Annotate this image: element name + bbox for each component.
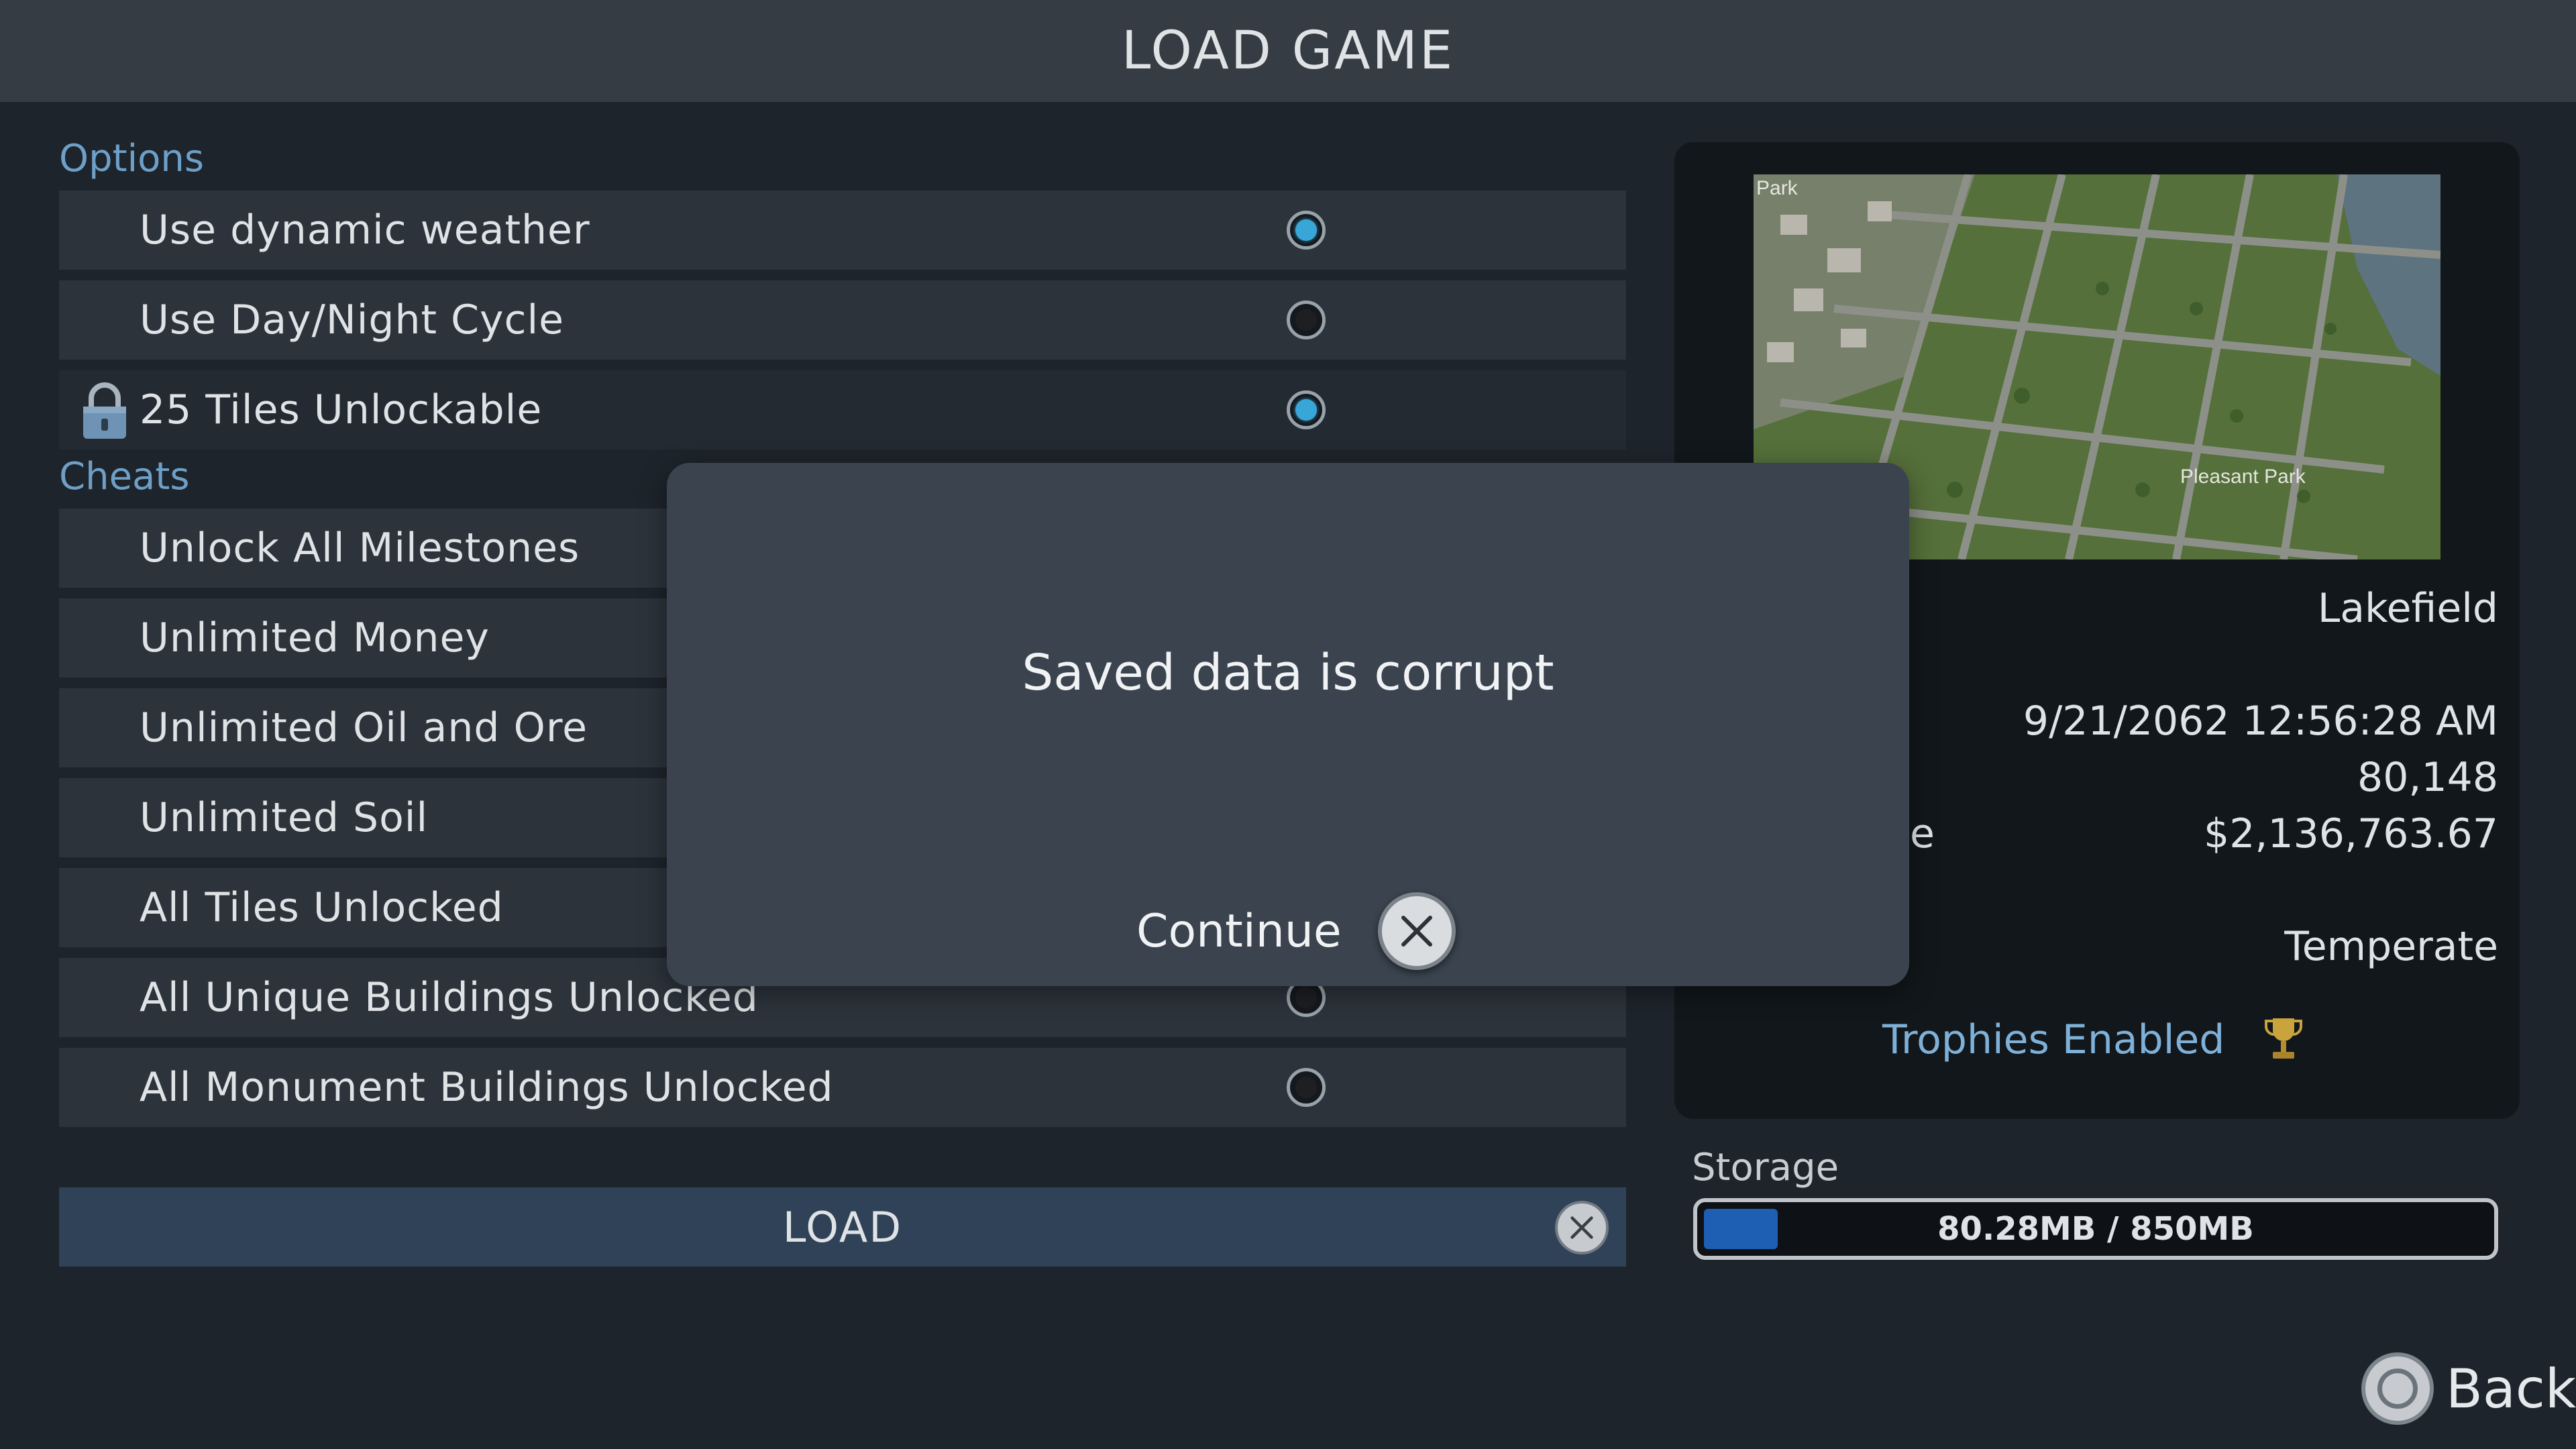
options-section-label: Options xyxy=(59,137,205,180)
cheat-label: Unlimited Soil xyxy=(140,794,429,841)
continue-button[interactable]: Continue xyxy=(1136,892,1456,970)
back-button[interactable]: Back xyxy=(2361,1352,2576,1425)
radio-dot xyxy=(1295,309,1317,331)
page-title: LOAD GAME xyxy=(1121,21,1455,81)
radio-dot xyxy=(1295,987,1317,1008)
option-label: Use dynamic weather xyxy=(140,207,590,254)
load-game-screen: LOAD GAME Options Use dynamic weather Us… xyxy=(0,0,2576,1449)
option-row-dynamic-weather[interactable]: Use dynamic weather xyxy=(59,191,1626,270)
cheat-label: Unlimited Money xyxy=(140,614,490,661)
info-value: 9/21/2062 12:56:28 AM xyxy=(2023,698,2498,745)
cheat-label: All Unique Buildings Unlocked xyxy=(140,974,759,1021)
cross-button-icon xyxy=(1555,1201,1609,1254)
load-button[interactable]: LOAD xyxy=(59,1187,1626,1267)
info-value: 80,148 xyxy=(2357,754,2498,801)
radio-toggle[interactable] xyxy=(1287,211,1326,250)
trophies-status: Trophies Enabled xyxy=(1882,1016,2303,1064)
continue-label: Continue xyxy=(1136,904,1342,958)
trophies-label: Trophies Enabled xyxy=(1882,1016,2225,1063)
radio-dot xyxy=(1295,219,1317,241)
option-label: 25 Tiles Unlockable xyxy=(140,386,543,433)
info-value: Temperate xyxy=(2284,923,2498,970)
radio-dot xyxy=(1295,399,1317,421)
option-row-25-tiles-unlockable: 25 Tiles Unlockable xyxy=(59,370,1626,449)
circle-button-icon xyxy=(2361,1352,2434,1425)
load-button-label: LOAD xyxy=(782,1202,903,1252)
cheats-section-label: Cheats xyxy=(59,455,190,498)
back-label: Back xyxy=(2446,1357,2576,1420)
error-message: Saved data is corrupt xyxy=(1022,644,1554,702)
cheat-label: Unlock All Milestones xyxy=(140,525,580,572)
info-value: $2,136,763.67 xyxy=(2204,810,2498,857)
option-label: Use Day/Night Cycle xyxy=(140,297,565,343)
thumbnail-label-pleasant-park: Pleasant Park xyxy=(2180,466,2306,488)
radio-dot xyxy=(1295,1077,1317,1098)
thumbnail-label-park: Park xyxy=(1756,177,1799,199)
title-bar: LOAD GAME xyxy=(0,0,2576,102)
radio-toggle[interactable] xyxy=(1287,301,1326,339)
cross-button-icon xyxy=(1377,892,1456,970)
cheat-label: All Monument Buildings Unlocked xyxy=(140,1064,834,1111)
option-row-day-night-cycle[interactable]: Use Day/Night Cycle xyxy=(59,280,1626,360)
radio-toggle[interactable] xyxy=(1287,1068,1326,1107)
cheat-row-all-monument-buildings-unlocked[interactable]: All Monument Buildings Unlocked xyxy=(59,1048,1626,1127)
radio-toggle xyxy=(1287,390,1326,429)
cheat-label: All Tiles Unlocked xyxy=(140,884,504,931)
cheat-label: Unlimited Oil and Ore xyxy=(140,704,588,751)
error-dialog: Saved data is corrupt Continue xyxy=(667,463,1909,986)
lock-icon xyxy=(78,382,131,440)
map-name-value: Lakefield xyxy=(2317,585,2498,632)
trophy-icon xyxy=(2265,1018,2303,1059)
storage-text: 80.28MB / 850MB xyxy=(1937,1210,2254,1248)
storage-label: Storage xyxy=(1692,1146,1839,1189)
storage-bar: 80.28MB / 850MB xyxy=(1693,1198,2498,1260)
